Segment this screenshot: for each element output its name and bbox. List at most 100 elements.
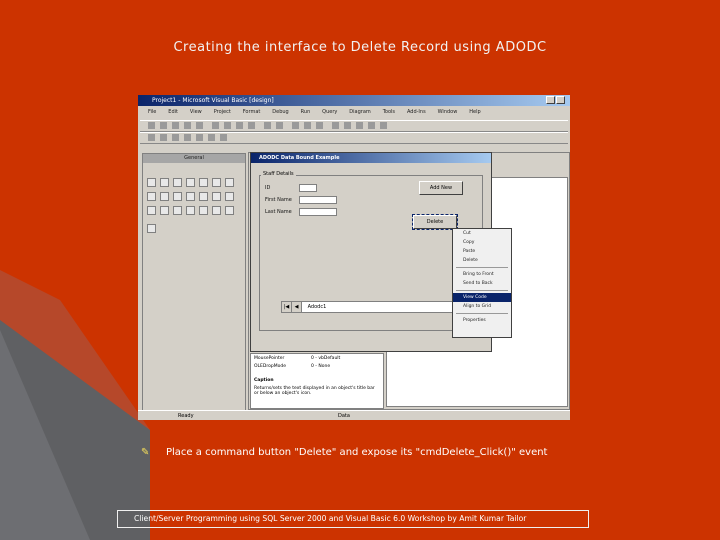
combobox-tool-icon[interactable] [160, 192, 169, 201]
menu-run[interactable]: Run [301, 107, 311, 118]
add-form-icon[interactable] [160, 122, 167, 129]
align-right-icon[interactable] [172, 134, 179, 141]
adodc-tool-icon[interactable] [147, 224, 156, 233]
vscroll-tool-icon[interactable] [199, 192, 208, 201]
shape-tool-icon[interactable] [173, 206, 182, 215]
prop-row-value[interactable]: 0 - vbDefault [311, 356, 340, 361]
ctx-align-grid[interactable]: Align to Grid [453, 302, 511, 311]
menu-view[interactable]: View [190, 107, 202, 118]
menu-bar: File Edit View Project Format Debug Run … [138, 107, 570, 118]
file-tool-icon[interactable] [160, 206, 169, 215]
hscroll-tool-icon[interactable] [186, 192, 195, 201]
id-textbox[interactable] [299, 184, 317, 192]
run-icon[interactable] [292, 122, 299, 129]
textbox-tool-icon[interactable] [186, 178, 195, 187]
vb-title-bar: Project1 - Microsoft Visual Basic [desig… [138, 95, 570, 106]
menu-help[interactable]: Help [469, 107, 480, 118]
properties-window: MousePointer 0 - vbDefault OLEDropMode 0… [250, 353, 384, 409]
prop-row-name[interactable]: OLEDropMode [254, 364, 286, 369]
form-editor-toolbar [140, 132, 568, 144]
id-label: ID [265, 185, 271, 191]
menu-tools[interactable]: Tools [383, 107, 395, 118]
minimize-button[interactable] [546, 96, 555, 104]
image-tool-icon[interactable] [199, 206, 208, 215]
lock-controls-icon[interactable] [220, 134, 227, 141]
listbox-tool-icon[interactable] [173, 192, 182, 201]
move-first-icon[interactable]: |◀ [282, 302, 292, 312]
ctx-copy[interactable]: Copy [453, 238, 511, 247]
maximize-button[interactable] [556, 96, 565, 104]
ctx-cut[interactable]: Cut [453, 229, 511, 238]
toolbox-icon[interactable] [380, 122, 387, 129]
cut-icon[interactable] [212, 122, 219, 129]
object-browser-icon[interactable] [368, 122, 375, 129]
menu-project[interactable]: Project [214, 107, 231, 118]
caption-title: Caption [254, 378, 274, 383]
optionbutton-tool-icon[interactable] [147, 192, 156, 201]
status-mid: Data [338, 413, 350, 419]
find-icon[interactable] [248, 122, 255, 129]
ctx-properties[interactable]: Properties [453, 316, 511, 325]
move-prev-icon[interactable]: ◀ [292, 302, 302, 312]
menu-query[interactable]: Query [322, 107, 337, 118]
save-icon[interactable] [196, 122, 203, 129]
menu-debug[interactable]: Debug [272, 107, 288, 118]
ctx-separator [456, 313, 508, 314]
toolbox-title: General [143, 154, 245, 163]
prop-row-name[interactable]: MousePointer [254, 356, 284, 361]
ctx-send-back[interactable]: Send to Back [453, 279, 511, 288]
prop-row-value[interactable]: 0 - None [311, 364, 330, 369]
form-title-bar: ADODC Data Bound Example [251, 153, 491, 163]
bring-to-front-icon[interactable] [196, 134, 203, 141]
redo-icon[interactable] [276, 122, 283, 129]
make-same-size-icon[interactable] [184, 134, 191, 141]
instruction-text: Place a command button "Delete" and expo… [166, 447, 548, 458]
menu-editor-icon[interactable] [172, 122, 179, 129]
drive-tool-icon[interactable] [225, 192, 234, 201]
end-icon[interactable] [316, 122, 323, 129]
paste-icon[interactable] [236, 122, 243, 129]
copy-icon[interactable] [224, 122, 231, 129]
send-to-back-icon[interactable] [208, 134, 215, 141]
properties-window-icon[interactable] [344, 122, 351, 129]
picturebox-tool-icon[interactable] [160, 178, 169, 187]
menu-addins[interactable]: Add-Ins [407, 107, 426, 118]
align-center-icon[interactable] [160, 134, 167, 141]
lastname-textbox[interactable] [299, 208, 337, 216]
dir-tool-icon[interactable] [147, 206, 156, 215]
menu-format[interactable]: Format [243, 107, 261, 118]
open-icon[interactable] [184, 122, 191, 129]
ctx-view-code[interactable]: View Code [453, 293, 511, 302]
menu-diagram[interactable]: Diagram [349, 107, 370, 118]
data-tool-icon[interactable] [212, 206, 221, 215]
add-new-button[interactable]: Add New [419, 181, 463, 195]
checkbox-tool-icon[interactable] [225, 178, 234, 187]
delete-button[interactable]: Delete [412, 214, 458, 230]
frame-tool-icon[interactable] [199, 178, 208, 187]
label-tool-icon[interactable] [173, 178, 182, 187]
timer-tool-icon[interactable] [212, 192, 221, 201]
ctx-paste[interactable]: Paste [453, 247, 511, 256]
add-project-icon[interactable] [148, 122, 155, 129]
form-layout-icon[interactable] [356, 122, 363, 129]
ctx-delete[interactable]: Delete [453, 256, 511, 265]
vb-title-text: Project1 - Microsoft Visual Basic [desig… [152, 97, 274, 104]
footer-credit: Client/Server Programming using SQL Serv… [117, 510, 589, 528]
ctx-bring-front[interactable]: Bring to Front [453, 270, 511, 279]
pointer-tool-icon[interactable] [147, 178, 156, 187]
align-left-icon[interactable] [148, 134, 155, 141]
commandbutton-tool-icon[interactable] [212, 178, 221, 187]
status-bar: Ready Data [138, 410, 570, 420]
line-tool-icon[interactable] [186, 206, 195, 215]
firstname-label: First Name [265, 197, 292, 203]
ole-tool-icon[interactable] [225, 206, 234, 215]
menu-edit[interactable]: Edit [168, 107, 178, 118]
menu-file[interactable]: File [148, 107, 156, 118]
adodc-control[interactable]: |◀ ◀ Adodc1 [281, 301, 457, 313]
firstname-textbox[interactable] [299, 196, 337, 204]
undo-icon[interactable] [264, 122, 271, 129]
break-icon[interactable] [304, 122, 311, 129]
menu-window[interactable]: Window [438, 107, 458, 118]
project-explorer-icon[interactable] [332, 122, 339, 129]
ctx-separator [456, 290, 508, 291]
